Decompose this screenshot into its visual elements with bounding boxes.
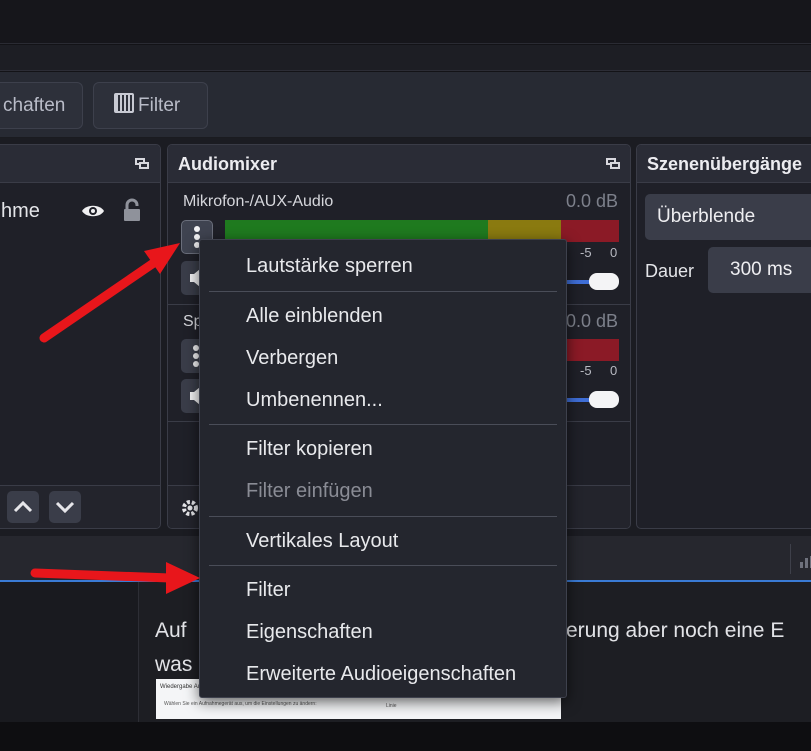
- chevron-down-icon: [55, 501, 75, 514]
- status-divider: [790, 544, 791, 574]
- menu-item-show-all[interactable]: Alle einblenden: [200, 296, 566, 336]
- source-toolbar: chaften Filter: [0, 72, 811, 138]
- menu-item-label: Eigenschaften: [246, 621, 373, 643]
- undock-icon[interactable]: [606, 158, 620, 169]
- transitions-title-text: Szenenübergänge: [647, 154, 803, 174]
- menu-separator: [209, 424, 557, 425]
- channel-name: Mikrofon-/AUX-Audio: [183, 193, 334, 210]
- move-up-button[interactable]: [7, 491, 39, 523]
- thumb-text: Linie: [386, 703, 397, 709]
- volume-slider-handle[interactable]: [589, 273, 619, 290]
- menu-item-label: Umbenennen...: [246, 389, 383, 411]
- menu-item-label: Filter einfügen: [246, 480, 373, 502]
- duration-label: Dauer: [645, 261, 695, 281]
- menu-item-label: Verbergen: [246, 347, 339, 369]
- duration-input[interactable]: 300 ms: [708, 247, 811, 293]
- volume-slider-handle[interactable]: [589, 391, 619, 408]
- meter-tick: 0: [610, 245, 618, 260]
- document-sidebar: [0, 582, 139, 722]
- duration-value: 300 ms: [730, 259, 793, 280]
- menu-item-rename[interactable]: Umbenennen...: [200, 380, 566, 420]
- menu-item-paste-filters[interactable]: Filter einfügen: [200, 471, 566, 511]
- source-item-label: hme: [1, 200, 40, 222]
- gear-icon[interactable]: [180, 498, 200, 518]
- bar-chart-icon: [800, 556, 811, 568]
- menu-item-label: Vertikales Layout: [246, 530, 399, 552]
- menu-separator: [209, 291, 557, 292]
- source-item[interactable]: hme: [0, 189, 160, 231]
- undock-icon[interactable]: [135, 158, 149, 169]
- transition-select-value: Überblende: [657, 206, 756, 227]
- menu-item-label: Erweiterte Audioeigenschaften: [246, 663, 517, 685]
- audiomixer-title: Audiomixer: [168, 145, 630, 183]
- thumb-text: Wählen Sie ein Aufnahmegerät aus, um die…: [164, 701, 317, 707]
- eye-icon[interactable]: [81, 202, 105, 220]
- menu-item-label: Alle einblenden: [246, 305, 383, 327]
- document-text: erung aber noch eine E: [566, 619, 785, 642]
- filter-icon: [114, 93, 134, 113]
- sources-dock: hme: [0, 144, 161, 529]
- menu-separator: [209, 565, 557, 566]
- menu-item-hide[interactable]: Verbergen: [200, 338, 566, 378]
- context-menu: Lautstärke sperren Alle einblenden Verbe…: [199, 239, 567, 698]
- filter-button-label: Filter: [138, 95, 181, 116]
- filter-button[interactable]: Filter: [93, 82, 208, 129]
- menu-item-lock-volume[interactable]: Lautstärke sperren: [200, 246, 566, 286]
- audiomixer-title-text: Audiomixer: [178, 154, 278, 174]
- move-down-button[interactable]: [49, 491, 81, 523]
- menu-item-properties[interactable]: Eigenschaften: [200, 612, 566, 652]
- menu-separator: [209, 516, 557, 517]
- meter-tick: -5: [580, 363, 592, 378]
- sources-dock-title: [0, 145, 160, 183]
- transitions-title: Szenenübergänge: [637, 145, 811, 183]
- menu-item-label: Filter kopieren: [246, 438, 373, 460]
- transitions-dock: Szenenübergänge Überblende Dauer 300 ms: [636, 144, 811, 529]
- menu-item-vertical-layout[interactable]: Vertikales Layout: [200, 521, 566, 561]
- document-text: was: [155, 653, 193, 676]
- thumb-text: Wiedergabe Au: [160, 684, 202, 690]
- channel-db: 0.0 dB: [565, 191, 618, 211]
- taskbar: [0, 722, 811, 751]
- lock-icon[interactable]: [123, 198, 141, 222]
- window-top-bar: [0, 0, 811, 44]
- chevron-up-icon: [13, 500, 33, 513]
- document-text: Auf: [155, 619, 187, 642]
- channel-db: 0.0 dB: [565, 311, 618, 331]
- properties-button-label: chaften: [3, 95, 66, 116]
- menu-strip: [0, 45, 811, 71]
- menu-item-filters[interactable]: Filter: [200, 570, 566, 610]
- transition-select[interactable]: Überblende: [645, 194, 811, 240]
- meter-tick: 0: [610, 363, 618, 378]
- menu-item-label: Filter: [246, 579, 291, 601]
- properties-button[interactable]: chaften: [0, 82, 83, 129]
- meter-tick: -5: [580, 245, 592, 260]
- menu-item-advanced-audio-properties[interactable]: Erweiterte Audioeigenschaften: [200, 654, 566, 694]
- menu-item-label: Lautstärke sperren: [246, 255, 413, 277]
- menu-item-copy-filters[interactable]: Filter kopieren: [200, 429, 566, 469]
